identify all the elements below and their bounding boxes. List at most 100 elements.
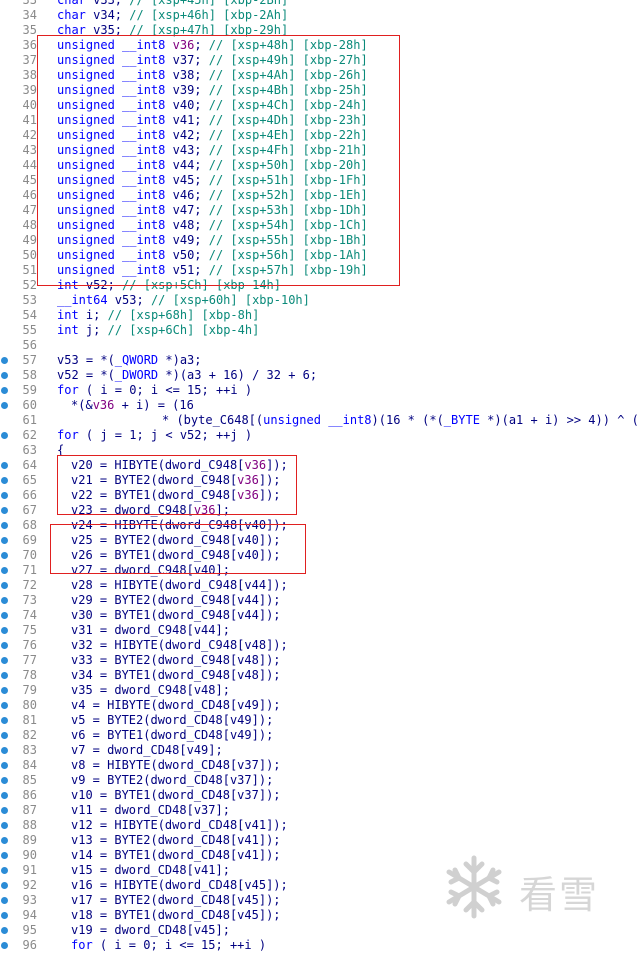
- breakpoint-dot-icon[interactable]: [1, 747, 8, 754]
- breakpoint-dot-icon[interactable]: [1, 387, 8, 394]
- breakpoint-dot-icon[interactable]: [1, 507, 8, 514]
- code-text[interactable]: char v34; // [xsp+46h] [xbp-2Ah]: [57, 8, 288, 23]
- code-text[interactable]: v13 = BYTE2(dword_CD48[v41]);: [71, 833, 281, 848]
- code-line[interactable]: 62 for ( j = 1; j < v52; ++j ): [0, 428, 639, 443]
- code-text[interactable]: v10 = BYTE1(dword_CD48[v37]);: [71, 788, 281, 803]
- code-line[interactable]: 88 v12 = HIBYTE(dword_CD48[v41]);: [0, 818, 639, 833]
- code-line[interactable]: 76 v32 = HIBYTE(dword_C948[v48]);: [0, 638, 639, 653]
- breakpoint-dot-icon[interactable]: [1, 597, 8, 604]
- breakpoint-dot-icon[interactable]: [1, 897, 8, 904]
- code-text[interactable]: v14 = BYTE1(dword_CD48[v41]);: [71, 848, 281, 863]
- code-text[interactable]: v52 = *(_DWORD *)(a3 + 16) / 32 + 6;: [57, 368, 317, 383]
- breakpoint-dot-icon[interactable]: [1, 762, 8, 769]
- code-text[interactable]: v17 = BYTE2(dword_CD48[v45]);: [71, 893, 281, 908]
- code-text[interactable]: v12 = HIBYTE(dword_CD48[v41]);: [71, 818, 288, 833]
- breakpoint-dot-icon[interactable]: [1, 717, 8, 724]
- code-text[interactable]: v19 = dword_CD48[v45];: [71, 923, 230, 938]
- code-line[interactable]: 74 v30 = BYTE1(dword_C948[v44]);: [0, 608, 639, 623]
- code-line[interactable]: 80 v4 = HIBYTE(dword_CD48[v49]);: [0, 698, 639, 713]
- breakpoint-dot-icon[interactable]: [1, 837, 8, 844]
- breakpoint-dot-icon[interactable]: [1, 882, 8, 889]
- code-line[interactable]: 82 v6 = BYTE1(dword_CD48[v49]);: [0, 728, 639, 743]
- code-text[interactable]: char v33; // [xsp+45h] [xbp-2Bh]: [57, 0, 288, 8]
- code-line[interactable]: 33 char v33; // [xsp+45h] [xbp-2Bh]: [0, 0, 639, 8]
- code-text[interactable]: *(&v36 + i) = (16: [71, 398, 194, 413]
- breakpoint-dot-icon[interactable]: [1, 807, 8, 814]
- code-text[interactable]: v34 = BYTE1(dword_C948[v48]);: [71, 668, 281, 683]
- code-text[interactable]: v16 = HIBYTE(dword_CD48[v45]);: [71, 878, 288, 893]
- code-text[interactable]: v29 = BYTE2(dword_C948[v44]);: [71, 593, 281, 608]
- code-line[interactable]: 89 v13 = BYTE2(dword_CD48[v41]);: [0, 833, 639, 848]
- code-line[interactable]: 85 v9 = BYTE2(dword_CD48[v37]);: [0, 773, 639, 788]
- breakpoint-dot-icon[interactable]: [1, 537, 8, 544]
- code-text[interactable]: v15 = dword_CD48[v41];: [71, 863, 230, 878]
- breakpoint-dot-icon[interactable]: [1, 867, 8, 874]
- code-text[interactable]: v9 = BYTE2(dword_CD48[v37]);: [71, 773, 273, 788]
- breakpoint-dot-icon[interactable]: [1, 732, 8, 739]
- code-text[interactable]: v18 = BYTE1(dword_CD48[v45]);: [71, 908, 281, 923]
- code-text[interactable]: v53 = *(_QWORD *)a3;: [57, 353, 202, 368]
- breakpoint-dot-icon[interactable]: [1, 687, 8, 694]
- breakpoint-dot-icon[interactable]: [1, 522, 8, 529]
- code-line[interactable]: 84 v8 = HIBYTE(dword_CD48[v37]);: [0, 758, 639, 773]
- code-text[interactable]: * (byte_C648[(unsigned __int8)(16 * (*(_…: [162, 413, 639, 428]
- code-text[interactable]: v7 = dword_CD48[v49];: [71, 743, 223, 758]
- breakpoint-dot-icon[interactable]: [1, 372, 8, 379]
- code-line[interactable]: 53 __int64 v53; // [xsp+60h] [xbp-10h]: [0, 293, 639, 308]
- code-text[interactable]: v35 = dword_C948[v48];: [71, 683, 230, 698]
- code-line[interactable]: 60 *(&v36 + i) = (16: [0, 398, 639, 413]
- code-line[interactable]: 72 v28 = HIBYTE(dword_C948[v44]);: [0, 578, 639, 593]
- breakpoint-dot-icon[interactable]: [1, 477, 8, 484]
- code-line[interactable]: 34 char v34; // [xsp+46h] [xbp-2Ah]: [0, 8, 639, 23]
- breakpoint-dot-icon[interactable]: [1, 942, 8, 949]
- code-text[interactable]: v32 = HIBYTE(dword_C948[v48]);: [71, 638, 288, 653]
- breakpoint-dot-icon[interactable]: [1, 777, 8, 784]
- code-text[interactable]: v30 = BYTE1(dword_C948[v44]);: [71, 608, 281, 623]
- code-text[interactable]: for ( i = 0; i <= 15; ++i ): [57, 383, 252, 398]
- code-text[interactable]: v28 = HIBYTE(dword_C948[v44]);: [71, 578, 288, 593]
- code-text[interactable]: int j; // [xsp+6Ch] [xbp-4h]: [57, 323, 259, 338]
- code-line[interactable]: 86 v10 = BYTE1(dword_CD48[v37]);: [0, 788, 639, 803]
- breakpoint-dot-icon[interactable]: [1, 627, 8, 634]
- breakpoint-dot-icon[interactable]: [1, 657, 8, 664]
- breakpoint-dot-icon[interactable]: [1, 612, 8, 619]
- code-text[interactable]: int i; // [xsp+68h] [xbp-8h]: [57, 308, 259, 323]
- code-line[interactable]: 59 for ( i = 0; i <= 15; ++i ): [0, 383, 639, 398]
- code-line[interactable]: 83 v7 = dword_CD48[v49];: [0, 743, 639, 758]
- code-line[interactable]: 75 v31 = dword_C948[v44];: [0, 623, 639, 638]
- code-text[interactable]: v6 = BYTE1(dword_CD48[v49]);: [71, 728, 273, 743]
- code-line[interactable]: 73 v29 = BYTE2(dword_C948[v44]);: [0, 593, 639, 608]
- code-text[interactable]: v11 = dword_CD48[v37];: [71, 803, 230, 818]
- code-text[interactable]: v4 = HIBYTE(dword_CD48[v49]);: [71, 698, 281, 713]
- breakpoint-dot-icon[interactable]: [1, 582, 8, 589]
- code-line[interactable]: 87 v11 = dword_CD48[v37];: [0, 803, 639, 818]
- breakpoint-dot-icon[interactable]: [1, 492, 8, 499]
- code-text[interactable]: for ( i = 0; i <= 15; ++i ): [71, 938, 266, 953]
- breakpoint-dot-icon[interactable]: [1, 702, 8, 709]
- breakpoint-dot-icon[interactable]: [1, 642, 8, 649]
- code-line[interactable]: 95 v19 = dword_CD48[v45];: [0, 923, 639, 938]
- breakpoint-dot-icon[interactable]: [1, 567, 8, 574]
- code-text[interactable]: v31 = dword_C948[v44];: [71, 623, 230, 638]
- code-text[interactable]: v5 = BYTE2(dword_CD48[v49]);: [71, 713, 273, 728]
- code-line[interactable]: 56: [0, 338, 639, 353]
- breakpoint-dot-icon[interactable]: [1, 852, 8, 859]
- code-text[interactable]: __int64 v53; // [xsp+60h] [xbp-10h]: [57, 293, 310, 308]
- code-line[interactable]: 54 int i; // [xsp+68h] [xbp-8h]: [0, 308, 639, 323]
- code-line[interactable]: 77 v33 = BYTE2(dword_C948[v48]);: [0, 653, 639, 668]
- code-line[interactable]: 61 * (byte_C648[(unsigned __int8)(16 * (*…: [0, 413, 639, 428]
- breakpoint-dot-icon[interactable]: [1, 822, 8, 829]
- code-line[interactable]: 55 int j; // [xsp+6Ch] [xbp-4h]: [0, 323, 639, 338]
- code-text[interactable]: v33 = BYTE2(dword_C948[v48]);: [71, 653, 281, 668]
- code-text[interactable]: v8 = HIBYTE(dword_CD48[v37]);: [71, 758, 281, 773]
- breakpoint-dot-icon[interactable]: [1, 432, 8, 439]
- breakpoint-dot-icon[interactable]: [1, 792, 8, 799]
- code-line[interactable]: 57 v53 = *(_QWORD *)a3;: [0, 353, 639, 368]
- breakpoint-dot-icon[interactable]: [1, 912, 8, 919]
- breakpoint-dot-icon[interactable]: [1, 927, 8, 934]
- code-line[interactable]: 96 for ( i = 0; i <= 15; ++i ): [0, 938, 639, 953]
- breakpoint-dot-icon[interactable]: [1, 357, 8, 364]
- breakpoint-dot-icon[interactable]: [1, 402, 8, 409]
- code-line[interactable]: 58 v52 = *(_DWORD *)(a3 + 16) / 32 + 6;: [0, 368, 639, 383]
- breakpoint-dot-icon[interactable]: [1, 462, 8, 469]
